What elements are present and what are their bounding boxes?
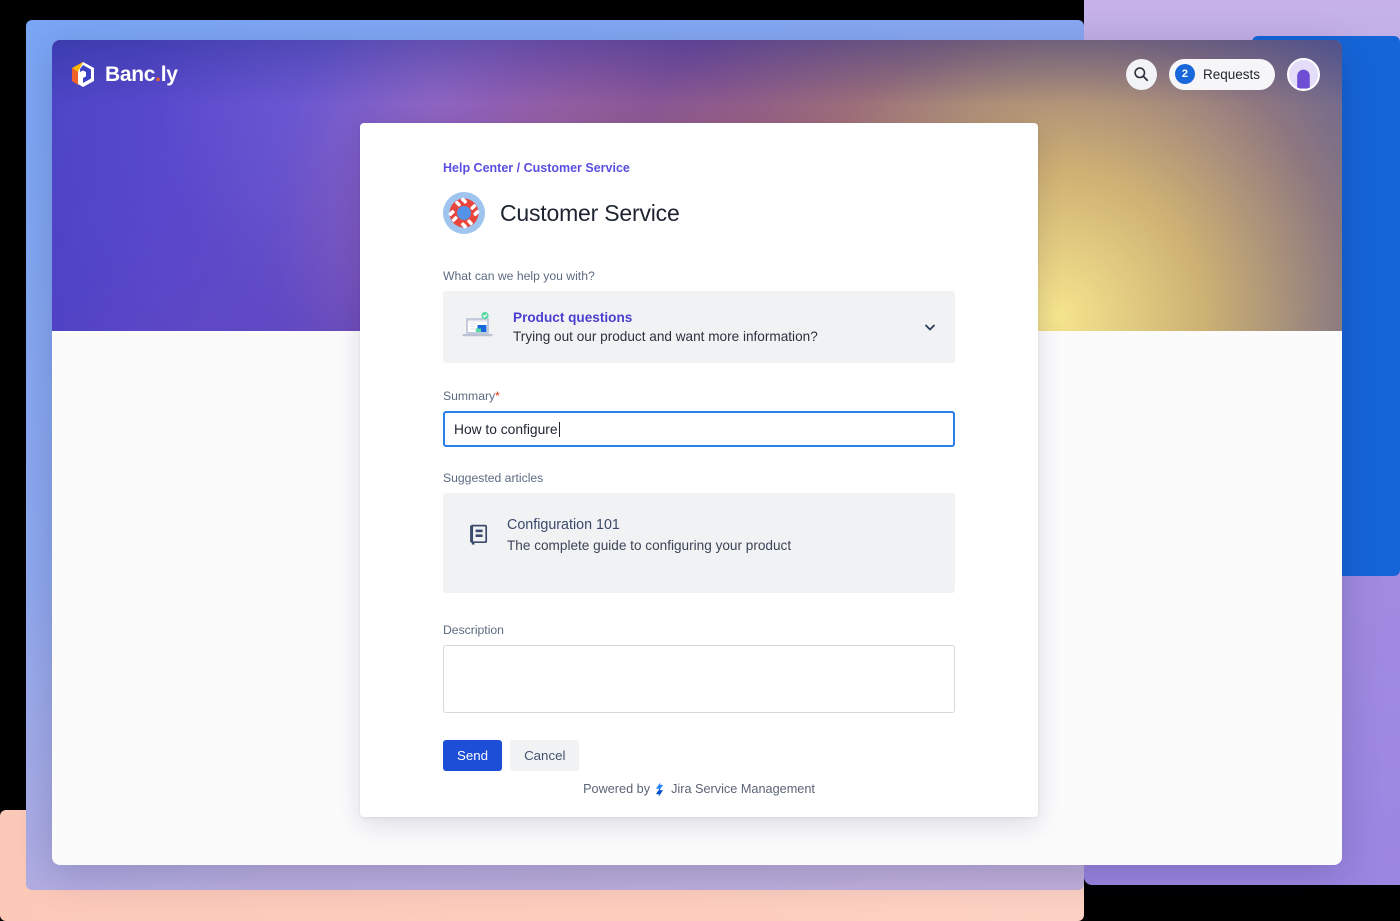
request-type-description: Trying out our product and want more inf… <box>513 329 905 344</box>
breadcrumb-separator: / <box>513 161 523 175</box>
requests-label: Requests <box>1203 67 1260 82</box>
required-asterisk: * <box>495 389 500 403</box>
requests-button[interactable]: 2 Requests <box>1169 59 1275 90</box>
avatar[interactable] <box>1287 58 1320 91</box>
description-input[interactable] <box>443 645 955 713</box>
summary-label: Summary* <box>443 389 955 403</box>
article-title: Configuration 101 <box>507 517 791 533</box>
summary-input-value: How to configure <box>454 422 558 437</box>
laptop-check-icon <box>461 312 495 342</box>
help-center-app-panel: Banc.ly 2 Requests <box>52 40 1342 865</box>
page-title: Customer Service <box>500 200 680 227</box>
search-icon <box>1133 66 1149 82</box>
brand-logo[interactable]: Banc.ly <box>70 61 178 88</box>
brand-name: Banc.ly <box>105 64 178 85</box>
header-actions: 2 Requests <box>1126 58 1320 91</box>
description-label: Description <box>443 623 955 637</box>
chevron-down-icon <box>923 320 937 334</box>
article-description: The complete guide to configuring your p… <box>507 538 791 553</box>
cube-logo-icon <box>70 61 96 88</box>
powered-by-footer: Powered by Jira Service Management <box>360 761 1038 817</box>
user-avatar-icon <box>1289 59 1318 89</box>
article-book-icon <box>469 524 489 546</box>
request-type-name: Product questions <box>513 310 905 325</box>
request-type-texts: Product questions Trying out our product… <box>513 310 905 344</box>
suggested-articles-label: Suggested articles <box>443 471 955 485</box>
breadcrumb-current[interactable]: Customer Service <box>524 161 630 175</box>
jira-service-management-icon <box>652 782 667 797</box>
breadcrumb[interactable]: Help Center / Customer Service <box>443 161 955 175</box>
summary-input[interactable]: How to configure <box>443 411 955 447</box>
suggested-articles-box: Configuration 101 The complete guide to … <box>443 493 955 593</box>
powered-by-text: Powered by <box>583 782 650 796</box>
lifebuoy-icon <box>443 192 485 234</box>
request-type-select[interactable]: Product questions Trying out our product… <box>443 291 955 363</box>
request-form-card: Help Center / Customer Service <box>360 123 1038 817</box>
request-type-label: What can we help you with? <box>443 269 955 283</box>
portal-title-row: Customer Service <box>443 192 955 234</box>
requests-count-badge: 2 <box>1175 64 1195 84</box>
text-cursor <box>559 422 560 437</box>
site-header: Banc.ly 2 Requests <box>52 40 1342 108</box>
search-button[interactable] <box>1126 59 1157 90</box>
breadcrumb-help-center[interactable]: Help Center <box>443 161 513 175</box>
list-item[interactable]: Configuration 101 The complete guide to … <box>469 517 791 553</box>
article-texts: Configuration 101 The complete guide to … <box>507 517 791 553</box>
screen-root: Banc.ly 2 Requests <box>0 0 1400 921</box>
product-name: Jira Service Management <box>671 782 815 796</box>
